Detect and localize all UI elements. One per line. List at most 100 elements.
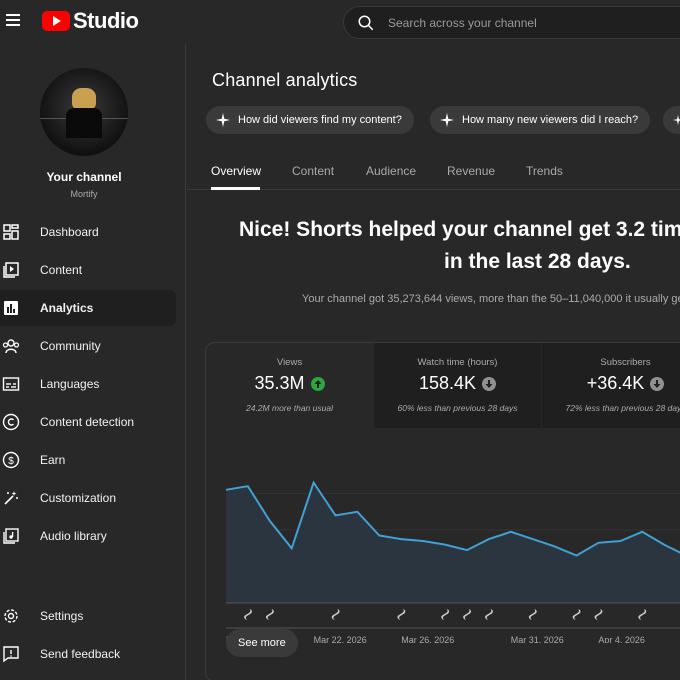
sidebar-item-label: Languages xyxy=(40,377,100,391)
chart-x-tick-label: Apr 4, 2026 xyxy=(598,635,645,643)
metric-value: 158.4K xyxy=(418,373,477,393)
svg-text:$: $ xyxy=(8,456,14,467)
metric-value-row: 35.3M xyxy=(206,373,373,394)
metric-label: Subscribers xyxy=(600,357,651,368)
page-title: Channel analytics xyxy=(212,70,358,90)
menu-icon[interactable] xyxy=(6,14,20,26)
feedback-icon xyxy=(2,645,20,663)
metric-value-row: 158.4K xyxy=(374,373,541,394)
arrow-up-icon xyxy=(310,376,325,391)
sidebar-item-dashboard[interactable]: Dashboard xyxy=(0,214,176,250)
shorts-marker-icon xyxy=(331,609,340,620)
shorts-marker-icon xyxy=(528,609,537,620)
sidebar-item-label: Settings xyxy=(40,609,84,623)
metric-note: 60% less than previous 28 days xyxy=(397,403,518,413)
sparkle-icon xyxy=(216,113,230,127)
headline-subtext: Your channel got 35,273,644 views, more … xyxy=(302,293,680,305)
sidebar-item-label: Content xyxy=(40,263,83,277)
channel-handle: Mortify xyxy=(70,189,98,199)
sidebar-item-label: Community xyxy=(40,339,101,353)
shorts-marker-icon xyxy=(638,609,647,620)
sidebar-item-content[interactable]: Content xyxy=(0,252,176,288)
content-icon xyxy=(2,261,20,279)
tab-audience[interactable]: Audience xyxy=(366,164,416,178)
active-tab-indicator xyxy=(211,187,260,190)
chip-label: How many new viewers did I reach? xyxy=(462,114,639,126)
metric-value: +36.4K xyxy=(586,373,645,393)
sidebar-item-settings[interactable]: Settings xyxy=(0,598,176,634)
views-chart[interactable]: Mar 17, 2...Mar 22, 2026Mar 26, 2026Mar … xyxy=(206,443,680,643)
sparkle-icon xyxy=(673,115,680,125)
headline-line2: in the last 28 days. xyxy=(444,250,631,273)
analytics-tabs: Overview Content Audience Revenue Trends xyxy=(187,152,680,190)
sidebar-item-label: Content detection xyxy=(40,415,135,429)
metric-subscribers[interactable]: Subscribers +36.4K 72% less than previou… xyxy=(542,343,680,428)
sidebar-item-community[interactable]: Community xyxy=(0,328,176,364)
arrow-down-icon xyxy=(650,376,665,391)
search-box[interactable] xyxy=(343,6,680,39)
tab-revenue[interactable]: Revenue xyxy=(447,164,495,178)
channel-avatar[interactable] xyxy=(40,68,128,156)
main-content: Channel analytics How did viewers find m… xyxy=(187,44,680,680)
metric-value-row: +36.4K xyxy=(542,373,680,394)
chip-label: How did viewers find my content? xyxy=(238,114,402,126)
gear-icon xyxy=(2,607,20,625)
suggestion-chip[interactable] xyxy=(663,106,680,134)
audio-library-icon xyxy=(2,527,20,545)
arrow-down-icon xyxy=(482,376,497,391)
tab-content[interactable]: Content xyxy=(292,164,334,178)
shorts-marker-icon xyxy=(266,609,274,620)
search-input[interactable] xyxy=(388,7,678,38)
sidebar-item-earn[interactable]: $ Earn xyxy=(0,442,176,478)
metric-note: 24.2M more than usual xyxy=(246,403,333,413)
dollar-icon: $ xyxy=(2,451,20,469)
copyright-icon xyxy=(2,413,20,431)
shorts-marker-icon xyxy=(485,609,493,620)
search-icon[interactable] xyxy=(357,14,375,32)
sparkle-icon xyxy=(440,113,454,127)
sidebar-item-languages[interactable]: Languages xyxy=(0,366,176,402)
metric-views[interactable]: Views 35.3M 24.2M more than usual xyxy=(206,343,373,428)
chart-x-tick-label: Mar 22, 2026 xyxy=(314,635,367,643)
tab-trends[interactable]: Trends xyxy=(526,164,563,178)
metric-value: 35.3M xyxy=(254,373,305,393)
languages-icon xyxy=(2,375,20,393)
community-icon xyxy=(2,337,20,355)
shorts-marker-icon xyxy=(463,609,471,620)
sidebar-item-label: Earn xyxy=(40,453,66,467)
sidebar-item-content-detection[interactable]: Content detection xyxy=(0,404,176,440)
sidebar: Your channel Mortify Dashboard Content A… xyxy=(0,44,186,680)
sidebar-item-analytics[interactable]: Analytics xyxy=(0,290,176,326)
studio-logo[interactable]: Studio xyxy=(42,8,139,33)
sidebar-item-label: Send feedback xyxy=(40,647,121,661)
chart-x-tick-label: Mar 26, 2026 xyxy=(401,635,454,643)
top-bar: Studio xyxy=(0,0,680,44)
sidebar-item-label: Dashboard xyxy=(40,225,99,239)
youtube-play-icon xyxy=(42,11,70,31)
metric-note: 72% less than previous 28 days xyxy=(565,403,680,413)
shorts-marker-icon xyxy=(572,609,581,620)
see-more-button[interactable]: See more xyxy=(226,629,298,657)
analytics-icon xyxy=(2,299,20,317)
channel-name: Your channel xyxy=(46,170,122,184)
logo-text: Studio xyxy=(73,8,139,33)
tab-overview[interactable]: Overview xyxy=(211,164,261,178)
metrics-card: Views 35.3M 24.2M more than usual Watch … xyxy=(205,342,680,680)
chart-x-tick-label: Mar 31, 2026 xyxy=(511,635,564,643)
dashboard-icon xyxy=(2,223,20,241)
shorts-marker-icon xyxy=(244,609,252,620)
sidebar-item-label: Customization xyxy=(40,491,117,505)
sidebar-item-label: Audio library xyxy=(40,529,107,543)
suggestion-chip[interactable]: How many new viewers did I reach? xyxy=(430,106,651,134)
sidebar-item-label: Analytics xyxy=(40,301,94,315)
sidebar-item-customization[interactable]: Customization xyxy=(0,480,176,516)
shorts-marker-icon xyxy=(397,609,406,620)
metric-label: Views xyxy=(276,357,303,368)
magic-wand-icon xyxy=(2,489,20,507)
sidebar-item-audio-library[interactable]: Audio library xyxy=(0,518,176,554)
sidebar-item-send-feedback[interactable]: Send feedback xyxy=(0,636,176,672)
shorts-marker-icon xyxy=(594,609,603,620)
headline-line1: Nice! Shorts helped your channel get 3.2… xyxy=(239,218,680,241)
suggestion-chip[interactable]: How did viewers find my content? xyxy=(206,106,414,134)
metric-watch-time[interactable]: Watch time (hours) 158.4K 60% less than … xyxy=(374,343,541,428)
